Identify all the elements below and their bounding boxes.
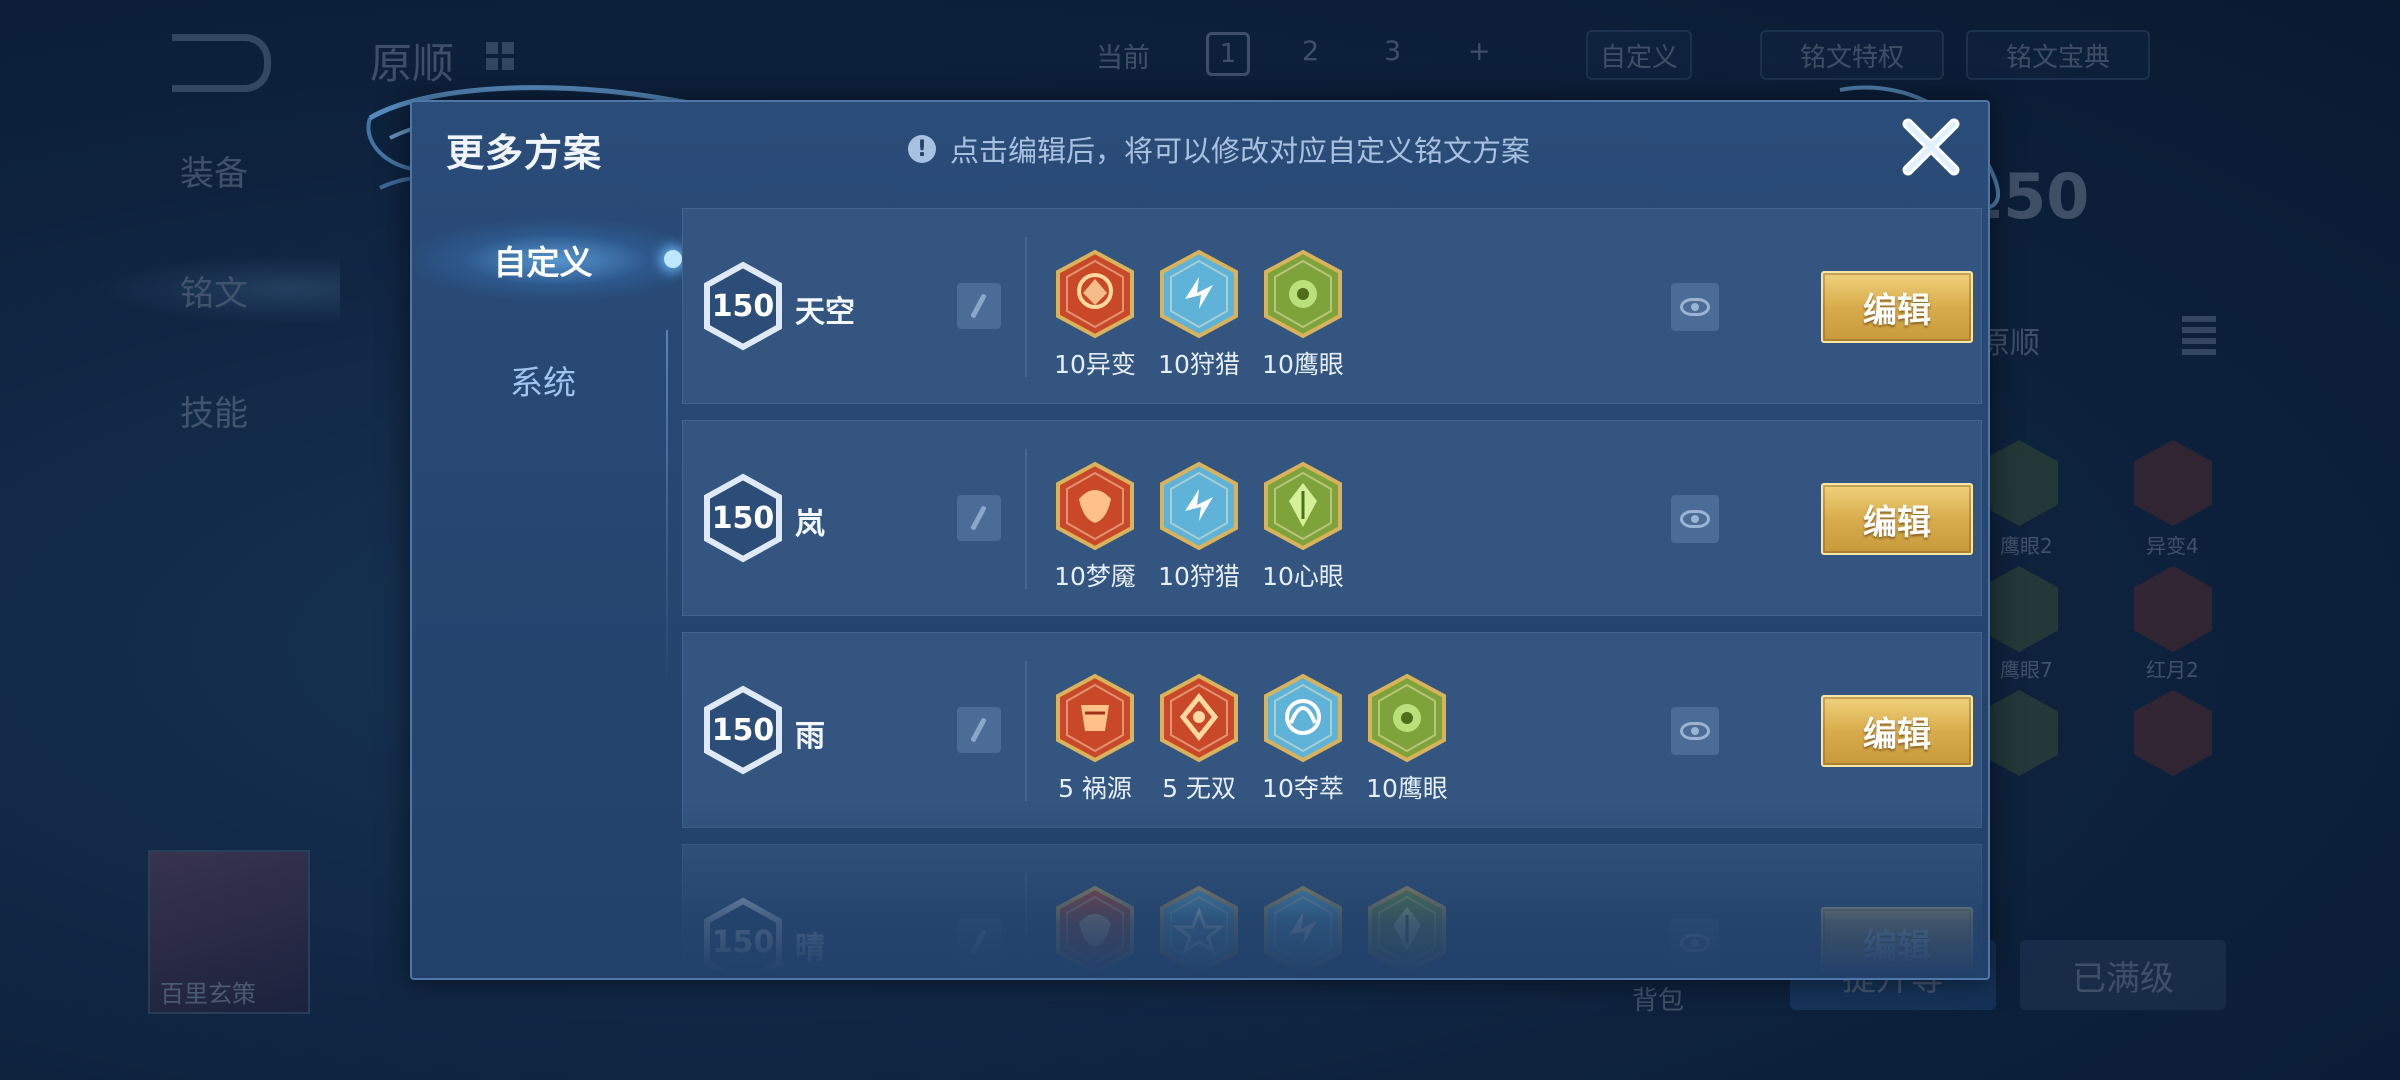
- tab-custom[interactable]: 自定义: [412, 220, 682, 300]
- row-divider: [1025, 449, 1027, 589]
- rename-pencil-icon[interactable]: [957, 707, 1001, 753]
- rune-group: [1055, 885, 1447, 974]
- eye-icon: [1680, 722, 1710, 740]
- row-divider: [1025, 873, 1027, 974]
- rune-group: 5 祸源 5 无双 10夺萃 10鹰眼: [1055, 673, 1448, 805]
- scheme-row[interactable]: 150 雨 5 祸源 5 无双 10夺萃 10鹰眼 编辑: [682, 632, 1982, 828]
- tab-divider: [666, 330, 668, 690]
- dialog-title: 更多方案: [446, 131, 603, 175]
- rune-label: 10狩猎: [1158, 350, 1240, 379]
- nightmare-rune-icon: [1056, 885, 1134, 974]
- active-tab-indicator: [664, 250, 682, 268]
- star-rune-icon: [1160, 885, 1238, 974]
- dialog-header: 更多方案 ! 点击编辑后，将可以修改对应自定义铭文方案: [412, 102, 1988, 190]
- eye-icon: [1680, 298, 1710, 316]
- rename-pencil-icon[interactable]: [957, 283, 1001, 329]
- rune-item[interactable]: 10异变: [1054, 249, 1136, 381]
- rune-item[interactable]: [1367, 885, 1447, 974]
- rune-label: 10夺萃: [1262, 774, 1344, 803]
- scheme-row[interactable]: 150 天空 10异变 10狩猎 10鹰眼 编辑: [682, 208, 1982, 404]
- preview-button[interactable]: [1671, 495, 1719, 543]
- scheme-name: 岚: [795, 507, 825, 542]
- row-divider: [1025, 237, 1027, 377]
- scheme-row[interactable]: 150 岚 10梦魇 10狩猎 10心眼 编辑: [682, 420, 1982, 616]
- scheme-list[interactable]: 150 天空 10异变 10狩猎 10鹰眼 编辑 150 岚 10梦魇 10狩猎…: [682, 208, 1982, 974]
- rune-label: 10心眼: [1262, 562, 1344, 591]
- scheme-name: 晴: [795, 931, 825, 966]
- rune-item[interactable]: 5 无双: [1159, 673, 1239, 805]
- rune-label: 5 无双: [1162, 774, 1236, 803]
- rune-item[interactable]: 10梦魇: [1054, 461, 1136, 593]
- calamity-rune-icon: [1056, 673, 1134, 763]
- tab-custom-label: 自定义: [493, 243, 593, 282]
- mind-eye-rune-icon: [1368, 885, 1446, 974]
- rune-item[interactable]: 10狩猎: [1158, 249, 1240, 381]
- close-icon[interactable]: [1900, 116, 1962, 178]
- hint-text: 点击编辑后，将可以修改对应自定义铭文方案: [950, 134, 1531, 168]
- rune-label: 10异变: [1054, 350, 1136, 379]
- scheme-tabs: 自定义 系统: [412, 220, 682, 980]
- scheme-name: 天空: [795, 295, 855, 330]
- rename-pencil-icon[interactable]: [957, 919, 1001, 965]
- tab-system-label: 系统: [510, 363, 576, 402]
- rune-item[interactable]: [1055, 885, 1135, 974]
- rune-item[interactable]: 10心眼: [1262, 461, 1344, 593]
- rune-label: 10鹰眼: [1366, 774, 1448, 803]
- edit-button[interactable]: 编辑: [1821, 907, 1973, 974]
- scheme-level: 150: [711, 500, 775, 536]
- hawkeye-rune-icon: [1368, 673, 1446, 763]
- row-divider: [1025, 661, 1027, 801]
- rune-item[interactable]: [1159, 885, 1239, 974]
- rune-label: 10梦魇: [1054, 562, 1136, 591]
- scheme-name: 雨: [795, 719, 825, 754]
- hunt-rune-icon: [1264, 885, 1342, 974]
- nightmare-rune-icon: [1056, 461, 1134, 551]
- scheme-level: 150: [711, 712, 775, 748]
- tab-system[interactable]: 系统: [412, 340, 674, 420]
- rename-pencil-icon[interactable]: [957, 495, 1001, 541]
- scheme-level: 150: [711, 924, 775, 960]
- preview-button[interactable]: [1671, 707, 1719, 755]
- preview-button[interactable]: [1671, 919, 1719, 967]
- eye-icon: [1680, 510, 1710, 528]
- rune-label: 10狩猎: [1158, 562, 1240, 591]
- rune-item[interactable]: 5 祸源: [1055, 673, 1135, 805]
- more-schemes-dialog: 更多方案 ! 点击编辑后，将可以修改对应自定义铭文方案 自定义 系统 150 天…: [410, 100, 1990, 980]
- rune-item[interactable]: 10夺萃: [1262, 673, 1344, 805]
- mind-eye-rune-icon: [1264, 461, 1342, 551]
- scheme-level: 150: [711, 288, 775, 324]
- scheme-row[interactable]: 150 晴 编辑: [682, 844, 1982, 974]
- edit-button[interactable]: 编辑: [1821, 483, 1973, 555]
- anomaly-rune-icon: [1056, 249, 1134, 339]
- edit-button[interactable]: 编辑: [1821, 271, 1973, 343]
- rune-item[interactable]: 10鹰眼: [1262, 249, 1344, 381]
- edit-button[interactable]: 编辑: [1821, 695, 1973, 767]
- info-icon: !: [908, 135, 936, 163]
- rune-item[interactable]: [1263, 885, 1343, 974]
- eye-icon: [1680, 934, 1710, 952]
- preview-button[interactable]: [1671, 283, 1719, 331]
- hunt-rune-icon: [1160, 461, 1238, 551]
- rune-item[interactable]: 10鹰眼: [1366, 673, 1448, 805]
- rune-group: 10梦魇 10狩猎 10心眼: [1054, 461, 1344, 593]
- hunt-rune-icon: [1160, 249, 1238, 339]
- rune-group: 10异变 10狩猎 10鹰眼: [1054, 249, 1344, 381]
- rune-label: 5 祸源: [1058, 774, 1132, 803]
- hawkeye-rune-icon: [1264, 249, 1342, 339]
- seize-rune-icon: [1264, 673, 1342, 763]
- rune-label: 10鹰眼: [1262, 350, 1344, 379]
- hint-message: ! 点击编辑后，将可以修改对应自定义铭文方案: [908, 128, 1530, 170]
- rune-item[interactable]: 10狩猎: [1158, 461, 1240, 593]
- peerless-rune-icon: [1160, 673, 1238, 763]
